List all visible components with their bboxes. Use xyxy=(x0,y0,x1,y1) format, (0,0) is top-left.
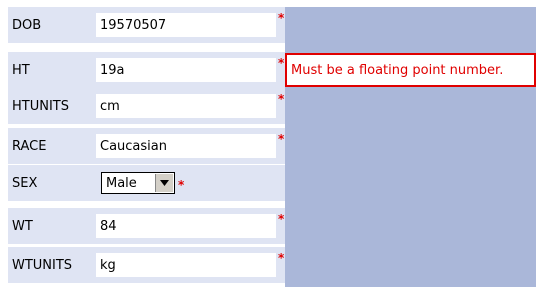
ht-field[interactable]: 19a xyxy=(96,58,276,82)
select-dropdown-button[interactable] xyxy=(155,174,173,192)
wt-value: 84 xyxy=(100,219,117,234)
race-label: RACE xyxy=(12,139,47,154)
wtunits-field[interactable]: kg xyxy=(96,253,276,277)
race-value: Caucasian xyxy=(100,139,167,154)
form-row-dob: DOB 19570507 * xyxy=(8,7,285,43)
wtunits-label: WTUNITS xyxy=(12,258,73,273)
htunits-label: HTUNITS xyxy=(12,99,69,114)
ht-label: HT xyxy=(12,63,30,78)
required-marker: * xyxy=(278,92,285,106)
race-field[interactable]: Caucasian xyxy=(96,134,276,158)
validation-error-box: Must be a floating point number. xyxy=(285,53,536,87)
form-row-wt: WT 84 * xyxy=(8,208,285,244)
required-marker: * xyxy=(278,11,285,25)
required-marker: * xyxy=(278,212,285,226)
form-row-htunits: HTUNITS cm * xyxy=(8,88,285,124)
ht-value: 19a xyxy=(100,63,125,78)
dob-field[interactable]: 19570507 xyxy=(96,13,276,37)
form-row-ht: HT 19a * xyxy=(8,52,285,88)
htunits-field[interactable]: cm xyxy=(96,94,276,118)
sex-select[interactable]: Male xyxy=(101,172,175,194)
required-marker: * xyxy=(278,251,285,265)
wtunits-value: kg xyxy=(100,258,116,273)
required-marker: * xyxy=(278,132,285,146)
sex-label: SEX xyxy=(12,176,38,191)
dob-label: DOB xyxy=(12,18,42,33)
form-row-sex: SEX Male * xyxy=(8,165,285,201)
dob-value: 19570507 xyxy=(100,18,167,33)
wt-label: WT xyxy=(12,219,33,234)
required-marker: * xyxy=(178,178,185,192)
form-row-wtunits: WTUNITS kg * xyxy=(8,247,285,283)
validation-error-message: Must be a floating point number. xyxy=(291,63,504,78)
required-marker: * xyxy=(278,56,285,70)
chevron-down-icon xyxy=(160,180,169,186)
sex-select-value: Male xyxy=(106,176,137,191)
form-row-race: RACE Caucasian * xyxy=(8,128,285,164)
wt-field[interactable]: 84 xyxy=(96,214,276,238)
htunits-value: cm xyxy=(100,99,120,114)
